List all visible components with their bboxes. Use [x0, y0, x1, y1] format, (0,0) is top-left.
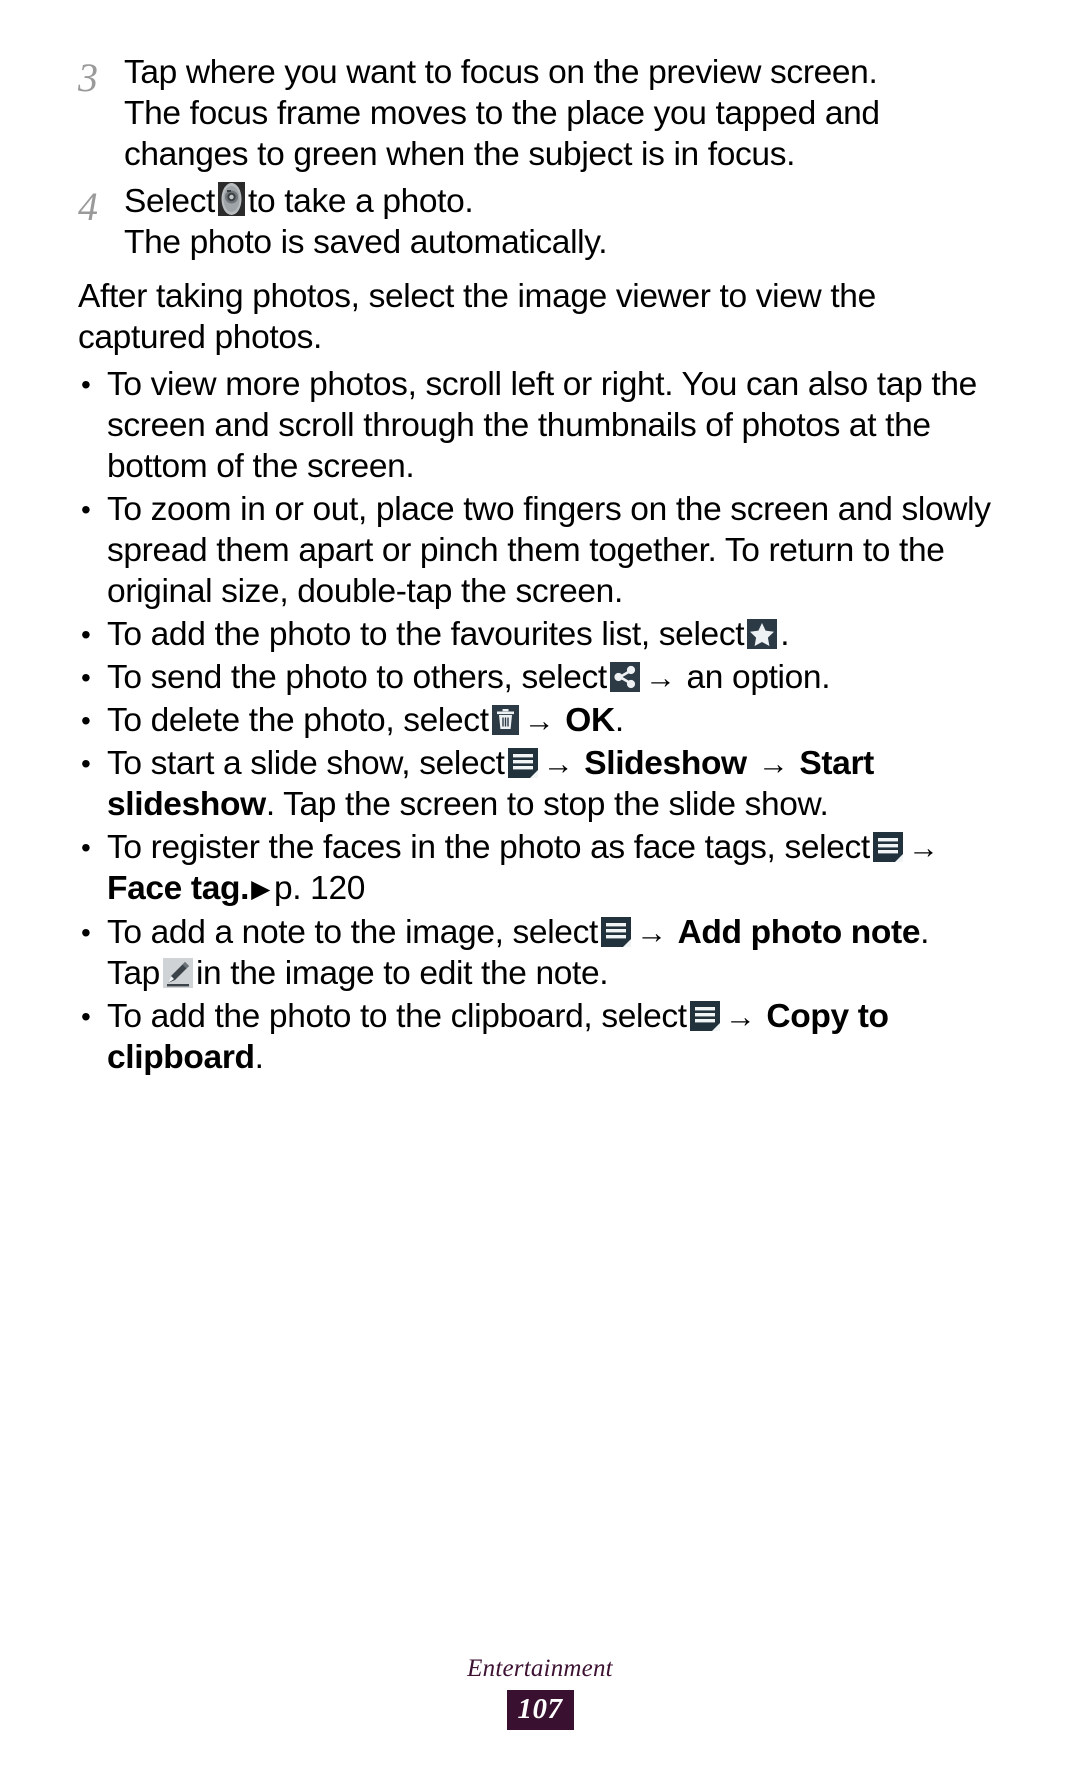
bullet-marker: •	[81, 662, 91, 693]
bullet-text-pre: To start a slide show, select	[107, 745, 505, 782]
arrow-glyph: →	[757, 746, 789, 781]
bullet-marker: •	[81, 832, 91, 863]
step-number: 3	[78, 55, 98, 100]
list-item-add-to-favourites: • To add the photo to the favourites lis…	[78, 614, 1002, 655]
trash-icon	[491, 705, 519, 735]
bullet-text-post: an option.	[686, 659, 831, 696]
menu-icon	[872, 832, 903, 862]
bullet-marker: •	[81, 1001, 91, 1032]
bullet-bold-term: Add photo note	[677, 914, 921, 951]
bullet-text-tail: . Tap the screen to stop the slide show.	[265, 786, 829, 823]
arrow-glyph: →	[635, 915, 667, 950]
step-number: 4	[78, 184, 98, 229]
bullet-bold-term: OK	[565, 702, 615, 739]
bullet-text: To zoom in or out, place two fingers on …	[107, 491, 991, 610]
bullet-text-pre: To add the photo to the favourites list,…	[107, 616, 745, 653]
step-3-body: Tap where you want to focus on the previ…	[124, 52, 1002, 175]
step-4-line-2: The photo is saved automatically.	[124, 224, 608, 261]
page-reference: p. 120	[273, 870, 366, 907]
tap-post-text: in the image to edit the note.	[195, 955, 609, 992]
share-icon	[609, 662, 640, 692]
bullet-text: To start a slide show, select → Slidesho…	[107, 743, 1002, 825]
list-item-view-more-photos: • To view more photos, scroll left or ri…	[78, 364, 1002, 487]
bullet-text-pre: To add a note to the image, select	[107, 914, 598, 951]
bullet-marker: •	[81, 748, 91, 779]
bullet-bold-term: Slideshow	[584, 745, 747, 782]
bullet-text: To delete the photo, select → OK.	[107, 700, 1002, 741]
step-4-select-label: Select	[124, 183, 216, 220]
step-3-line-3: changes to green when the subject is in …	[124, 136, 796, 173]
list-item-start-slideshow: • To start a slide show, select → Slides…	[78, 743, 1002, 825]
page-number-badge: 107	[506, 1690, 574, 1730]
list-item-copy-to-clipboard: • To add the photo to the clipboard, sel…	[78, 996, 1002, 1078]
menu-icon	[507, 748, 538, 778]
bullet-text-pre: To send the photo to others, select	[107, 659, 607, 696]
bullet-text-post: .	[254, 1039, 264, 1076]
step-4-after-icon: to take a photo.	[248, 183, 474, 220]
pencil-edit-icon	[162, 958, 193, 988]
list-item-delete-photo: • To delete the photo, select → OK.	[78, 700, 1002, 741]
step-3-line-2: The focus frame moves to the place you t…	[124, 95, 880, 132]
bullet-text-pre: To add the photo to the clipboard, selec…	[107, 998, 687, 1035]
list-item-zoom-in-out: • To zoom in or out, place two fingers o…	[78, 489, 1002, 612]
triangle-marker-icon: ▶	[251, 875, 270, 903]
list-item-add-photo-note: • To add a note to the image, select → A…	[78, 912, 1002, 994]
bullet-text: To register the faces in the photo as fa…	[107, 827, 1002, 910]
bullet-text: To add the photo to the favourites list,…	[107, 614, 1002, 655]
arrow-glyph: →	[724, 999, 756, 1034]
list-item-face-tag: • To register the faces in the photo as …	[78, 827, 1002, 910]
arrow-glyph: →	[644, 660, 676, 695]
manual-page: 3 Tap where you want to focus on the pre…	[0, 0, 1080, 1771]
menu-icon	[689, 1001, 720, 1031]
star-icon	[747, 619, 778, 649]
list-item-send-photo: • To send the photo to others, select → …	[78, 657, 1002, 698]
bullet-text-pre: To register the faces in the photo as fa…	[107, 829, 870, 866]
bullet-text-tail-pre: .	[920, 914, 930, 951]
bullet-text: To add a note to the image, select → Add…	[107, 912, 1002, 994]
bullet-text-post: .	[614, 702, 624, 739]
bullet-text-post: .	[780, 616, 790, 653]
bullet-list: • To view more photos, scroll left or ri…	[78, 364, 1002, 1078]
menu-icon	[600, 917, 631, 947]
bullet-marker: •	[81, 369, 91, 400]
bullet-text-pre: To delete the photo, select	[107, 702, 489, 739]
footer-section-title: Entertainment	[467, 1655, 613, 1682]
bullet-text: To add the photo to the clipboard, selec…	[107, 996, 1002, 1078]
step-3: 3 Tap where you want to focus on the pre…	[78, 52, 1002, 175]
step-3-line-1: Tap where you want to focus on the previ…	[124, 54, 878, 91]
intro-paragraph: After taking photos, select the image vi…	[78, 278, 876, 356]
bullet-bold-term: Face tag.	[107, 870, 250, 907]
page-footer: Entertainment 107	[0, 1655, 1080, 1730]
bullet-text: To send the photo to others, select → an…	[107, 657, 1002, 698]
bullet-marker: •	[81, 619, 91, 650]
arrow-glyph: →	[907, 830, 939, 865]
arrow-glyph: →	[523, 703, 555, 738]
step-4-body: Select to take a photo. The photo is sav…	[124, 181, 1002, 263]
arrow-glyph: →	[542, 746, 574, 781]
tap-label: Tap	[107, 955, 160, 992]
camera-shutter-icon	[218, 182, 246, 216]
bullet-marker: •	[81, 705, 91, 736]
bullet-marker: •	[81, 494, 91, 525]
bullet-marker: •	[81, 917, 91, 948]
bullet-text: To view more photos, scroll left or righ…	[107, 366, 977, 485]
step-4: 4 Select to take a photo. The photo is s…	[78, 181, 1002, 263]
